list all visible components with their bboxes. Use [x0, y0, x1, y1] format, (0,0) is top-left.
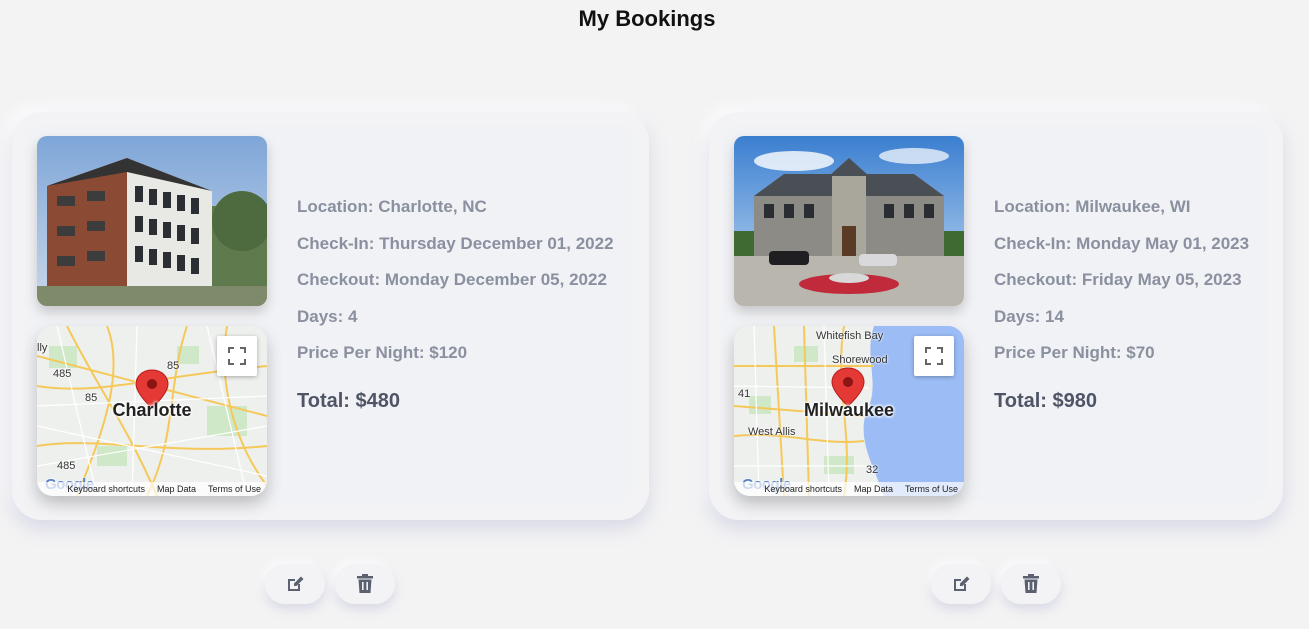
- booking-details: Location: Milwaukee, WI Check-In: Monday…: [994, 197, 1249, 413]
- keyboard-shortcuts-link[interactable]: Keyboard shortcuts: [764, 484, 842, 494]
- trash-icon: [1023, 574, 1039, 593]
- terms-link[interactable]: Terms of Use: [208, 484, 261, 494]
- page-title: My Bookings: [578, 6, 716, 31]
- property-photo: [734, 136, 964, 306]
- edit-booking-button[interactable]: [931, 564, 991, 604]
- property-photo: [37, 136, 267, 306]
- total-text: Total: $980: [994, 389, 1097, 412]
- map-label: lly: [37, 342, 48, 354]
- location-map[interactable]: Whitefish Bay Shorewood West Allis 41 32…: [734, 326, 964, 496]
- location-text: Location: Charlotte, NC: [297, 197, 487, 216]
- price-text: Price Per Night: $120: [297, 343, 468, 362]
- booking-card-charlotte: lly 485 85 85 485 Charlotte Google Keybo…: [12, 112, 649, 520]
- fullscreen-icon: [228, 347, 246, 365]
- map-footer: Keyboard shortcuts Map Data Terms of Use: [37, 482, 267, 496]
- location-map[interactable]: lly 485 85 85 485 Charlotte Google Keybo…: [37, 326, 267, 496]
- total-text: Total: $480: [297, 389, 400, 412]
- price-text: Price Per Night: $70: [994, 343, 1155, 362]
- map-label: West Allis: [748, 426, 796, 438]
- keyboard-shortcuts-link[interactable]: Keyboard shortcuts: [67, 484, 145, 494]
- trash-icon: [357, 574, 373, 593]
- delete-booking-button[interactable]: [1001, 564, 1061, 604]
- map-label: Shorewood: [832, 354, 888, 366]
- location-text: Location: Milwaukee, WI: [994, 197, 1191, 216]
- highway-shield: 485: [53, 368, 72, 380]
- map-fullscreen-button[interactable]: [217, 336, 257, 376]
- map-city-label: Milwaukee: [803, 400, 895, 420]
- map-data-link[interactable]: Map Data: [157, 484, 196, 494]
- edit-icon: [954, 576, 970, 591]
- checkout-text: Checkout: Monday December 05, 2022: [297, 270, 607, 289]
- checkin-text: Check-In: Monday May 01, 2023: [994, 233, 1250, 253]
- checkout-text: Checkout: Friday May 05, 2023: [994, 270, 1242, 289]
- map-fullscreen-button[interactable]: [914, 336, 954, 376]
- days-text: Days: 4: [297, 306, 358, 326]
- delete-booking-button[interactable]: [335, 564, 395, 604]
- map-city-label: Charlotte: [112, 400, 192, 420]
- edit-booking-button[interactable]: [265, 564, 325, 604]
- days-text: Days: 14: [994, 306, 1064, 326]
- terms-link[interactable]: Terms of Use: [905, 484, 958, 494]
- checkin-text: Check-In: Thursday December 01, 2022: [297, 233, 614, 253]
- edit-icon: [288, 576, 304, 591]
- highway-shield: 32: [866, 464, 879, 476]
- highway-shield: 485: [57, 460, 76, 472]
- booking-card-milwaukee: Whitefish Bay Shorewood West Allis 41 32…: [709, 112, 1283, 520]
- booking-details: Location: Charlotte, NC Check-In: Thursd…: [297, 197, 614, 413]
- fullscreen-icon: [925, 347, 943, 365]
- highway-shield: 41: [738, 388, 751, 400]
- highway-shield: 85: [167, 360, 180, 372]
- map-footer: Keyboard shortcuts Map Data Terms of Use: [734, 482, 964, 496]
- map-label: Whitefish Bay: [816, 330, 884, 342]
- map-data-link[interactable]: Map Data: [854, 484, 893, 494]
